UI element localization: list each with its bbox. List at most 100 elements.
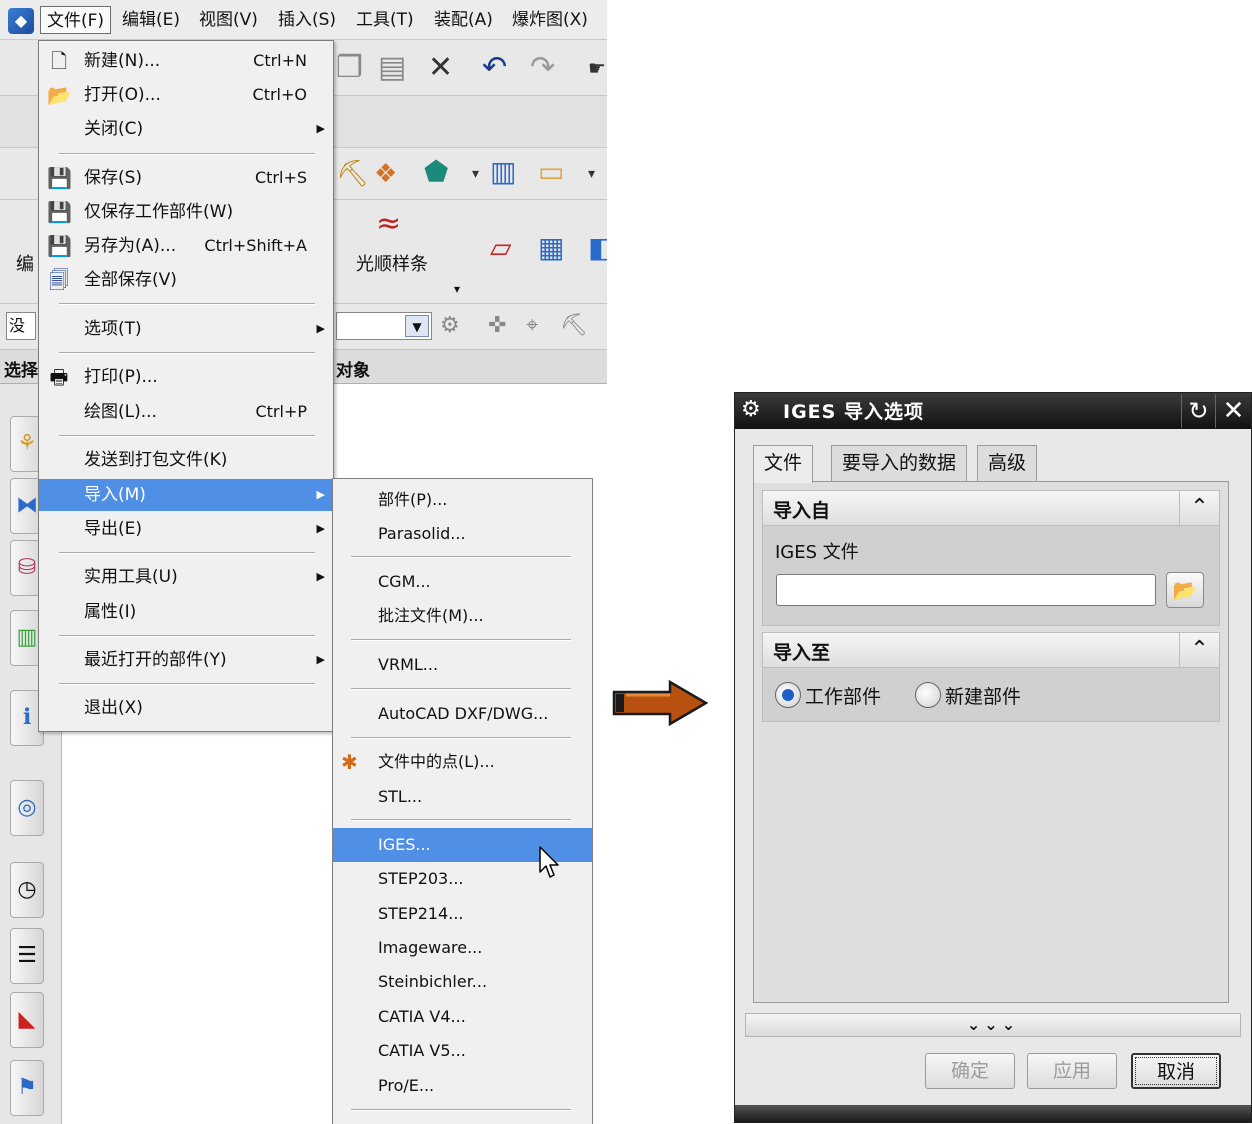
point-snap-icon[interactable]: ⌖	[526, 308, 538, 344]
smooth-spline-icon[interactable]: ≈	[376, 206, 401, 242]
toolbar-overflow-icon[interactable]: ☛	[588, 50, 606, 86]
menu-item-recent-parts[interactable]: 最近打开的部件(Y) ▶	[39, 644, 333, 676]
menu-separator	[59, 303, 315, 305]
menu-separator	[59, 435, 315, 437]
redo-icon[interactable]: ↷	[530, 50, 555, 86]
reset-icon[interactable]: ↻	[1181, 394, 1215, 428]
menu-separator	[351, 737, 571, 739]
menu-item-open[interactable]: 📂 打开(O)... Ctrl+O	[39, 79, 333, 111]
menu-insert[interactable]: 插入(S)	[272, 6, 342, 34]
import-item-autocad[interactable]: AutoCAD DXF/DWG...	[333, 697, 592, 731]
menu-exploded-view[interactable]: 爆炸图(X)	[506, 6, 594, 34]
menu-item-save-work-part[interactable]: 💾 仅保存工作部件(W)	[39, 196, 333, 228]
menu-item-export[interactable]: 导出(E) ▶	[39, 513, 333, 545]
menu-item-options[interactable]: 选项(T) ▶	[39, 313, 333, 345]
menu-bar: ◆ 文件(F) 编辑(E) 视图(V) 插入(S) 工具(T) 装配(A) 爆炸…	[0, 0, 607, 40]
submenu-arrow-icon: ▶	[316, 122, 325, 135]
menu-tools[interactable]: 工具(T)	[350, 6, 420, 34]
menu-item-save[interactable]: 💾 保存(S) Ctrl+S	[39, 162, 333, 194]
import-item-stl[interactable]: STL...	[333, 780, 592, 814]
mesh-surface-icon[interactable]: ▦	[538, 230, 564, 266]
import-item-catia-v5[interactable]: CATIA V5...	[333, 1034, 592, 1068]
chevron-down-icon[interactable]: ▼	[405, 315, 429, 337]
surface-icon[interactable]: ▱	[490, 230, 512, 266]
menu-item-send-to-package[interactable]: 发送到打包文件(K)	[39, 444, 333, 476]
radio-work-part-label[interactable]: 工作部件	[805, 682, 881, 709]
import-item-step214[interactable]: STEP214...	[333, 897, 592, 931]
menu-item-plot[interactable]: 绘图(L)... Ctrl+P	[39, 396, 333, 428]
menu-item-exit[interactable]: 退出(X)	[39, 692, 333, 724]
filter-icon[interactable]: ⚙	[440, 308, 460, 344]
import-from-group: IGES 文件 📂	[762, 526, 1220, 626]
delete-icon[interactable]: ✕	[428, 50, 453, 86]
import-item-vrml[interactable]: VRML...	[333, 648, 592, 682]
datum-point-icon[interactable]: ⬟	[424, 154, 448, 190]
menu-item-properties[interactable]: 属性(I)	[39, 596, 333, 628]
block-icon[interactable]: ▭	[538, 154, 564, 190]
menu-item-utilities[interactable]: 实用工具(U) ▶	[39, 561, 333, 593]
menu-view[interactable]: 视图(V)	[193, 6, 264, 34]
radio-new-part[interactable]	[915, 682, 941, 708]
menu-assembly[interactable]: 装配(A)	[428, 6, 499, 34]
tab-data-to-import[interactable]: 要导入的数据	[831, 445, 968, 481]
menu-item-save-as[interactable]: 💾 另存为(A)... Ctrl+Shift+A	[39, 230, 333, 262]
tab-advanced[interactable]: 高级	[977, 445, 1038, 481]
apply-button[interactable]: 应用	[1027, 1053, 1117, 1089]
import-item-part[interactable]: 部件(P)...	[333, 483, 592, 517]
cancel-button[interactable]: 取消	[1131, 1053, 1221, 1089]
import-to-group-header[interactable]: 导入至 ⌃	[762, 632, 1220, 668]
snap-icon[interactable]: ✜	[488, 308, 506, 344]
browse-button[interactable]: 📂	[1166, 572, 1204, 608]
surface-overflow-icon[interactable]: ◧	[588, 230, 607, 266]
web-browser-icon[interactable]: ◎	[10, 780, 44, 836]
transition-arrow-icon	[612, 680, 708, 726]
collapse-icon[interactable]: ⌃	[1179, 633, 1219, 667]
dialog-title-bar[interactable]: ⚙ IGES 导入选项 ↻ ✕	[735, 393, 1251, 429]
undo-icon[interactable]: ↶	[482, 50, 507, 86]
menu-item-save-all[interactable]: 🗐 全部保存(V)	[39, 264, 333, 296]
book-icon[interactable]: ▥	[490, 154, 516, 190]
import-item-parasolid[interactable]: Parasolid...	[333, 517, 592, 551]
visualization-icon[interactable]: ◣	[10, 992, 44, 1048]
import-item-proe[interactable]: Pro/E...	[333, 1069, 592, 1103]
import-item-cgm[interactable]: CGM...	[333, 565, 592, 599]
menu-edit[interactable]: 编辑(E)	[116, 6, 186, 34]
history-clock-icon[interactable]: ◷	[10, 862, 44, 918]
close-icon[interactable]: ✕	[1215, 394, 1251, 428]
pattern-icon[interactable]: ❖	[374, 156, 397, 192]
scope-filter-select[interactable]: ▼	[336, 312, 432, 340]
radio-new-part-label[interactable]: 新建部件	[945, 682, 1021, 709]
type-filter-select[interactable]: 没有	[6, 312, 36, 340]
import-from-group-header[interactable]: 导入自 ⌃	[762, 490, 1220, 526]
more-options-toggle[interactable]: ⌄⌄⌄	[745, 1013, 1241, 1037]
gear-icon[interactable]: ⚙	[741, 397, 761, 422]
system-materials-icon[interactable]: ☰	[10, 928, 44, 984]
select-tool-icon[interactable]: ⛏	[560, 308, 588, 344]
tab-file[interactable]: 文件	[753, 445, 814, 483]
import-item-points-from-file[interactable]: ✱ 文件中的点(L)...	[333, 745, 592, 779]
dropdown-arrow-icon[interactable]: ▾	[454, 282, 460, 296]
roles-icon[interactable]: ⚑	[10, 1060, 44, 1116]
import-item-steinbichler[interactable]: Steinbichler...	[333, 965, 592, 999]
import-item-annotation-file[interactable]: 批注文件(M)...	[333, 599, 592, 633]
ok-button[interactable]: 确定	[925, 1053, 1015, 1089]
dropdown-arrow-icon[interactable]: ▾	[588, 156, 595, 192]
app-logo-icon[interactable]: ◆	[8, 8, 34, 34]
menu-item-new[interactable]: 🗋 新建(N)... Ctrl+N	[39, 45, 333, 77]
menu-file[interactable]: 文件(F)	[40, 6, 112, 34]
paste-icon[interactable]: ▤	[378, 50, 406, 86]
sketch-icon[interactable]: ⛏	[336, 156, 369, 192]
dialog-bottom-edge	[735, 1105, 1251, 1122]
import-item-imageware[interactable]: Imageware...	[333, 931, 592, 965]
import-item-catia-v4[interactable]: CATIA V4...	[333, 1000, 592, 1034]
smooth-spline-label[interactable]: 光顺样条	[356, 250, 428, 276]
collapse-icon[interactable]: ⌃	[1179, 491, 1219, 525]
menu-item-import[interactable]: 导入(M) ▶	[39, 479, 333, 511]
dropdown-arrow-icon[interactable]: ▾	[472, 156, 479, 192]
selection-object-label: 对象	[336, 361, 370, 381]
menu-item-close[interactable]: 关闭(C) ▶	[39, 113, 333, 145]
radio-work-part[interactable]	[775, 682, 801, 708]
menu-item-print[interactable]: 🖶 打印(P)...	[39, 361, 333, 393]
copy-icon[interactable]: ❐	[336, 50, 363, 86]
iges-file-input[interactable]	[776, 574, 1156, 606]
